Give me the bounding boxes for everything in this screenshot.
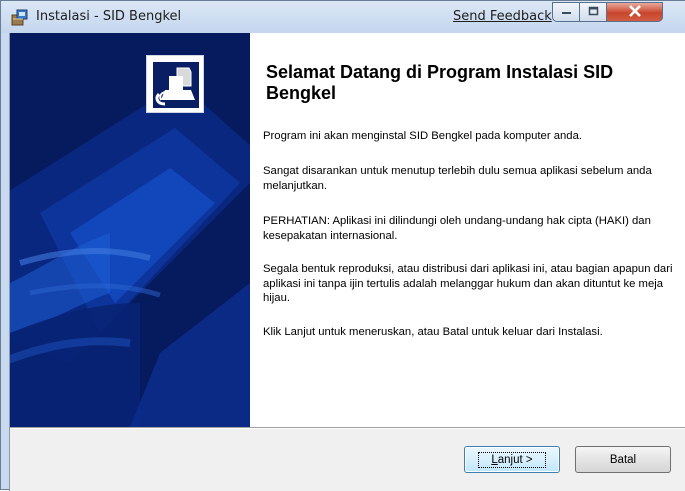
minimize-button[interactable] <box>552 2 580 22</box>
close-apps-paragraph: Sangat disarankan untuk menutup terlebih… <box>263 165 652 192</box>
banner-artwork <box>10 33 250 427</box>
next-label-rest: anjut > <box>497 453 533 466</box>
footer-divider <box>10 427 685 429</box>
computer-install-icon <box>153 62 199 108</box>
welcome-panel: Selamat Datang di Program Instalasi SID … <box>250 33 685 427</box>
send-feedback-link[interactable]: Send Feedback <box>453 9 552 24</box>
cancel-button[interactable]: Batal <box>575 446 671 473</box>
next-button-label: Lanjut > <box>478 451 546 468</box>
installer-window: Instalasi - SID Bengkel Send Feedback Se… <box>0 0 685 491</box>
setup-logo <box>146 55 204 113</box>
close-icon <box>628 4 642 20</box>
window-title: Instalasi - SID Bengkel <box>36 9 182 24</box>
wizard-banner-image <box>10 33 250 427</box>
client-area: Selamat Datang di Program Instalasi SID … <box>9 33 685 491</box>
title-bar[interactable]: Instalasi - SID Bengkel Send Feedback <box>1 1 685 33</box>
instruction-paragraph: Klik Lanjut untuk meneruskan, atau Batal… <box>263 326 603 338</box>
caption-buttons <box>552 2 685 24</box>
welcome-heading: Selamat Datang di Program Instalasi SID … <box>266 62 614 103</box>
copyright-warning-paragraph: PERHATIAN: Aplikasi ini dilindungi oleh … <box>263 215 651 242</box>
reproduction-warning-paragraph: Segala bentuk reproduksi, atau distribus… <box>263 263 673 304</box>
intro-paragraph: Program ini akan menginstal SID Bengkel … <box>263 130 583 142</box>
minimize-icon <box>561 5 572 19</box>
installer-icon <box>10 7 30 27</box>
next-button[interactable]: Lanjut > <box>464 446 560 473</box>
maximize-icon <box>588 5 599 19</box>
maximize-button[interactable] <box>580 2 607 22</box>
close-button[interactable] <box>607 2 663 22</box>
